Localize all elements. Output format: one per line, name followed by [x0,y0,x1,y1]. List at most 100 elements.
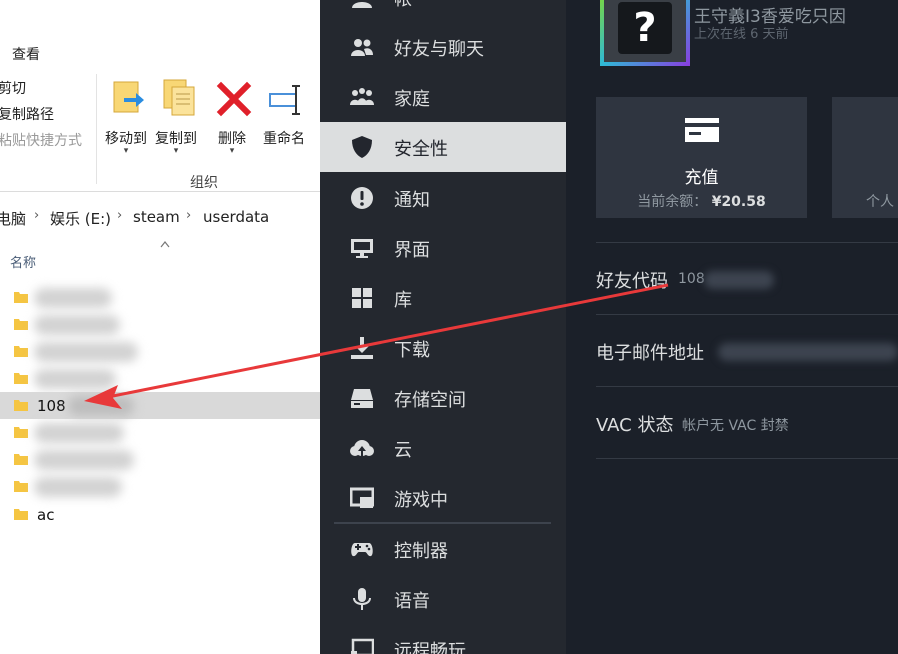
list-item[interactable] [0,338,320,365]
profile-card-label: 个人 [866,194,894,210]
nav-item-controller[interactable]: 控制器 [320,524,566,574]
breadcrumb-chevron-icon: › [186,208,192,223]
redacted-name [34,450,134,470]
profile-card[interactable]: 个人 [832,97,898,218]
nav-item-notifications[interactable]: 通知 [320,173,566,223]
list-item[interactable] [0,473,320,500]
wallet-title: 充值 [684,168,719,188]
nav-item-storage[interactable]: 存储空间 [320,373,566,423]
redacted-name [34,477,122,497]
monitor-icon [351,239,373,258]
avatar[interactable]: ? [600,0,690,66]
steam-security-panel: ? 王守義I3香爱吃只因 上次在线 6 天前 充值 当前余额： ¥20.58 个… [566,0,898,654]
download-icon [351,337,373,359]
list-item[interactable] [0,284,320,311]
nav-item-interface[interactable]: 界面 [320,223,566,273]
folder-icon [14,427,28,438]
vac-label: VAC 状态 [596,415,674,436]
wallet-balance: 当前余额： ¥20.58 [637,194,766,210]
list-item[interactable] [0,311,320,338]
redacted-name [34,342,138,362]
list-item[interactable] [0,446,320,473]
folder-icon [14,454,28,465]
email-label: 电子邮件地址 [596,343,704,364]
nav-item-downloads[interactable]: 下载 [320,323,566,373]
redacted-name [68,396,134,416]
cut-button[interactable]: 剪切 [0,78,26,98]
nav-item-library[interactable]: 库 [320,273,566,323]
folder-icon [14,509,28,520]
copy-to-button[interactable]: 复制到 ▾ [150,74,202,158]
list-item-selected[interactable]: 108 [0,392,320,419]
folder-icon [14,346,28,357]
storage-icon [351,389,373,408]
list-item[interactable]: ac [0,501,320,528]
rename-button[interactable]: 重命名 [258,74,310,158]
friend-code-value[interactable]: 108 [678,271,705,287]
redacted-name [34,315,120,335]
nav-item-account[interactable]: 帐 [320,0,566,22]
copy-to-icon [163,79,195,116]
chevron-down-icon: ▾ [229,146,235,156]
list-item[interactable] [0,419,320,446]
redacted-email [718,343,898,361]
friend-code-label: 好友代码 [596,271,668,292]
rename-icon [269,85,300,115]
breadcrumb-chevron-icon: › [34,208,40,223]
breadcrumb-userdata[interactable]: userdata [203,208,269,226]
ribbon: 剪切 复制路径 粘贴快捷方式 移动到 ▾ 复制到 ▾ 删除 ▾ 重命名 组织 [0,68,320,192]
friend-code-row: 好友代码 108 [596,242,898,314]
steam-settings-sidebar: 帐 好友与聊天 家庭 安全性 通知 界面 库 下载 存储空间 云 游戏中 [320,0,566,654]
move-to-button[interactable]: 移动到 ▾ [100,74,152,158]
folder-icon [14,481,28,492]
folder-icon [14,400,28,411]
folder-icon [14,292,28,303]
microphone-icon [353,588,371,610]
email-row: 电子邮件地址 [596,314,898,386]
vac-row: VAC 状态 帐户无 VAC 封禁 [596,386,898,458]
credit-card-icon [685,118,719,142]
address-bar[interactable]: 电脑 › 娱乐 (E:) › steam › userdata [0,200,320,234]
person-icon [352,2,372,8]
ingame-icon [350,487,374,508]
breadcrumb-pc[interactable]: 电脑 [0,208,26,229]
folder-icon [14,373,28,384]
nav-item-family[interactable]: 家庭 [320,72,566,122]
nav-item-voice[interactable]: 语音 [320,574,566,624]
redacted-name [34,369,116,389]
grid-icon [352,288,372,308]
chevron-down-icon: ▾ [173,146,179,156]
column-header-name[interactable]: 名称 [10,252,36,271]
delete-button[interactable]: 删除 ▾ [206,74,258,158]
controller-icon [351,543,373,557]
nav-item-friends[interactable]: 好友与聊天 [320,22,566,72]
family-icon [350,88,374,105]
tab-view[interactable]: 查看 [12,44,40,64]
nav-item-cloud[interactable]: 云 [320,423,566,473]
nav-item-remote-play[interactable]: 远程畅玩 [320,624,566,654]
sort-up-icon [160,241,170,248]
move-to-icon [113,81,144,113]
friends-icon [351,39,373,56]
breadcrumb-drive[interactable]: 娱乐 (E:) [50,208,111,229]
nav-item-in-game[interactable]: 游戏中 [320,473,566,523]
file-explorer-window: 查看 剪切 复制路径 粘贴快捷方式 移动到 ▾ 复制到 ▾ 删除 ▾ 重命名 组… [0,0,320,654]
last-online-status: 上次在线 6 天前 [694,27,789,42]
copy-path-button[interactable]: 复制路径 [0,104,54,124]
redacted-name [34,423,124,443]
alert-icon [351,187,373,209]
wallet-card[interactable]: 充值 当前余额： ¥20.58 [596,97,807,218]
organize-group-label: 组织 [190,175,218,191]
breadcrumb-chevron-icon: › [117,208,123,223]
nav-item-security[interactable]: 安全性 [320,122,566,172]
question-mark-icon: ? [618,2,672,54]
vac-status-value: 帐户无 VAC 封禁 [682,418,789,434]
row-divider [596,458,898,459]
delete-x-icon [216,81,252,117]
list-item[interactable] [0,365,320,392]
paste-shortcut-button[interactable]: 粘贴快捷方式 [0,130,82,150]
cloud-icon [350,440,374,456]
breadcrumb-steam[interactable]: steam [133,208,180,226]
redacted-friend-code [704,271,774,289]
folder-icon [14,319,28,330]
